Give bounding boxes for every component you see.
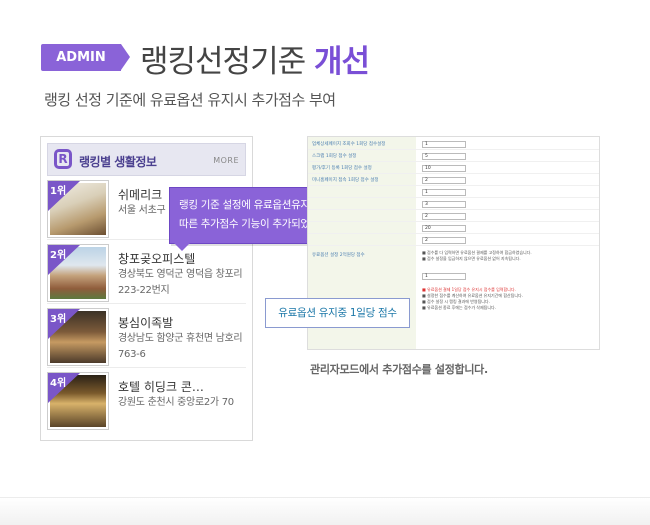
- ranking-panel: R 랭킹별 생활정보 MORE 1위 쉬메리크 서울 서초구 2위 창포곶오피스…: [40, 136, 253, 441]
- ranking-item-name[interactable]: 봉심이족발: [118, 314, 173, 331]
- settings-note: ■ 점수 설정을 입금하지 않으면 유료옵션 없어 지속됩니다.: [422, 256, 521, 261]
- settings-row: 20: [308, 223, 599, 234]
- ranking-item[interactable]: 4위 호텔 히딩크 콘… 강원도 춘천시 중앙로2가 70: [47, 370, 246, 432]
- ranking-panel-header: R 랭킹별 생활정보 MORE: [47, 143, 246, 176]
- settings-value-input[interactable]: 2: [422, 237, 466, 244]
- ranking-item-name[interactable]: 창포곶오피스텔: [118, 250, 195, 267]
- settings-note-label: 유료옵션 설정 2억원당 점수: [312, 253, 365, 258]
- settings-value-input[interactable]: 2: [422, 213, 466, 220]
- settings-value-input[interactable]: 2: [422, 177, 466, 184]
- tooltip-tail: [174, 243, 190, 251]
- rank-badge-label: 4위: [50, 378, 67, 389]
- ranking-item-address: 경상북도 영덕군 영덕읍 창포리223-22번지: [118, 269, 243, 296]
- settings-label: 미니홈페이지 접속 1회당 점수 설정: [308, 175, 416, 185]
- footer-divider: [0, 497, 650, 525]
- settings-label: [308, 223, 416, 233]
- settings-value-input[interactable]: 5: [422, 153, 466, 160]
- ranking-item[interactable]: 2위 창포곶오피스텔 경상북도 영덕군 영덕읍 창포리223-22번지: [47, 242, 246, 304]
- rank-badge-label: 3위: [50, 314, 67, 325]
- ranking-item-name[interactable]: 호텔 히딩크 콘…: [118, 378, 204, 395]
- settings-label: [308, 187, 416, 197]
- page-title-emphasis: 개선: [313, 44, 370, 80]
- settings-label: [308, 211, 416, 221]
- settings-notes-top: ■ 점수를 다 입력하면 유료옵션 결제를 고정하여 합금하였습니다. ■ 점수…: [422, 250, 594, 262]
- settings-label: [308, 271, 416, 281]
- settings-label: 평가/후기 등록 1회당 점수 설정: [308, 163, 416, 173]
- settings-value-input[interactable]: 10: [422, 165, 466, 172]
- ranking-item[interactable]: 3위 봉심이족발 경상남도 함양군 휴천면 남호리 763-6: [47, 306, 246, 368]
- admin-badge: ADMIN: [41, 44, 130, 71]
- settings-note: ■ 유료옵션 종료 후에는 점수가 삭제됩니다.: [422, 305, 496, 310]
- page-title: 랭킹선정기준 개선: [140, 36, 370, 81]
- settings-row: 업체상세페이지 조회수 1회당 점수설정 1: [308, 139, 599, 150]
- settings-value-input[interactable]: 3: [422, 201, 466, 208]
- settings-row: 1: [308, 271, 599, 282]
- settings-value-input[interactable]: 1: [422, 273, 466, 280]
- settings-row: 미니홈페이지 접속 1회당 점수 설정 2: [308, 175, 599, 186]
- ranking-panel-title: 랭킹별 생활정보: [79, 155, 157, 169]
- settings-row: 2: [308, 235, 599, 246]
- settings-value-input[interactable]: 20: [422, 225, 466, 232]
- r-logo-icon: R: [54, 149, 72, 169]
- more-link[interactable]: MORE: [213, 156, 239, 165]
- settings-label: 업체상세페이지 조회수 1회당 점수설정: [308, 139, 416, 149]
- ranking-item-address: 강원도 춘천시 중앙로2가 70: [118, 397, 234, 408]
- settings-row: 3: [308, 199, 599, 210]
- settings-row: 평가/후기 등록 1회당 점수 설정 10: [308, 163, 599, 174]
- settings-value-input[interactable]: 1: [422, 189, 466, 196]
- settings-label: [308, 199, 416, 209]
- ranking-thumbnail[interactable]: 3위: [47, 308, 109, 366]
- settings-value-input[interactable]: 1: [422, 141, 466, 148]
- ranking-item-address: 경상남도 함양군 휴천면 남호리 763-6: [118, 333, 243, 360]
- settings-notes-bottom: ■ 유료옵션 결제 1일당 점수 유지시 점수를 입력합니다. ■ 설정한 점수…: [422, 287, 594, 311]
- rank-badge-label: 2위: [50, 250, 67, 261]
- daily-points-highlight: 유료옵션 유지중 1일당 점수: [265, 298, 410, 328]
- page-title-main: 랭킹선정기준: [140, 44, 314, 80]
- rank-badge-label: 1위: [50, 186, 67, 197]
- page-subtitle: 랭킹 선정 기준에 유료옵션 유지시 추가점수 부여: [44, 91, 336, 109]
- settings-row: 스크랩 1회당 점수 설정 5: [308, 151, 599, 162]
- settings-label: [308, 235, 416, 245]
- settings-row: 1: [308, 187, 599, 198]
- ranking-thumbnail[interactable]: 2위: [47, 244, 109, 302]
- screenshot-caption: 관리자모드에서 추가점수를 설정합니다.: [310, 363, 488, 376]
- ranking-item-name[interactable]: 쉬메리크: [118, 186, 162, 203]
- ranking-thumbnail[interactable]: 4위: [47, 372, 109, 430]
- settings-label: 스크랩 1회당 점수 설정: [308, 151, 416, 161]
- ranking-thumbnail[interactable]: 1위: [47, 180, 109, 238]
- settings-row: 2: [308, 211, 599, 222]
